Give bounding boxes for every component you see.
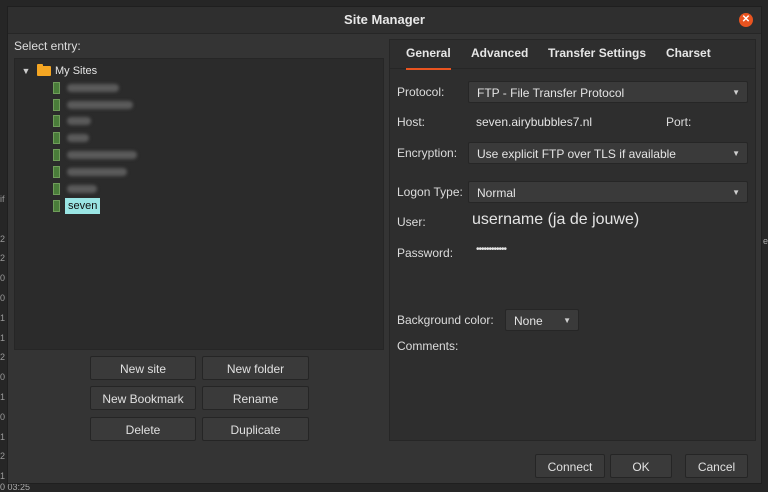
- redacted-site-name: [67, 151, 137, 159]
- redacted-site-name: [67, 117, 91, 125]
- user-field[interactable]: username (ja de jouwe): [472, 211, 639, 229]
- new-site-button[interactable]: New site: [90, 356, 196, 380]
- port-field[interactable]: [698, 112, 750, 130]
- close-icon: ✕: [741, 14, 751, 25]
- chevron-down-icon: ▼: [732, 188, 740, 197]
- server-icon: [53, 183, 60, 195]
- logon-type-value: Normal: [477, 186, 516, 200]
- logon-type-select[interactable]: Normal ▼: [468, 181, 748, 203]
- background-color-label: Background color:: [397, 313, 494, 327]
- site-settings-panel: General Advanced Transfer Settings Chars…: [389, 39, 756, 441]
- settings-tabs: General Advanced Transfer Settings Chars…: [390, 40, 755, 70]
- new-folder-button[interactable]: New folder: [202, 356, 309, 380]
- redacted-site-name: [67, 168, 127, 176]
- tree-site-item[interactable]: [15, 97, 375, 113]
- password-label: Password:: [397, 246, 454, 260]
- connect-button[interactable]: Connect: [535, 454, 605, 478]
- server-icon: [53, 200, 60, 212]
- tab-transfer-settings[interactable]: Transfer Settings: [548, 40, 646, 68]
- server-icon: [53, 132, 60, 144]
- encryption-value: Use explicit FTP over TLS if available: [477, 147, 676, 161]
- close-button[interactable]: ✕: [739, 13, 753, 27]
- server-icon: [53, 149, 60, 161]
- tab-advanced[interactable]: Advanced: [471, 40, 528, 68]
- selected-site-label: seven: [65, 198, 101, 214]
- encryption-label: Encryption:: [397, 146, 458, 160]
- server-icon: [53, 82, 60, 94]
- encryption-select[interactable]: Use explicit FTP over TLS if available ▼: [468, 142, 748, 164]
- title-bar: Site Manager ✕: [8, 7, 761, 34]
- chevron-down-icon: ▼: [732, 149, 740, 158]
- tree-site-item[interactable]: [15, 130, 375, 146]
- chevron-down-icon: ▼: [732, 88, 740, 97]
- rename-button[interactable]: Rename: [202, 386, 309, 410]
- select-entry-label: Select entry:: [14, 39, 81, 53]
- logon-type-label: Logon Type:: [397, 185, 463, 199]
- cancel-button[interactable]: Cancel: [685, 454, 748, 478]
- ok-button[interactable]: OK: [610, 454, 672, 478]
- expand-caret-icon[interactable]: ▼: [21, 63, 31, 79]
- host-label: Host:: [397, 115, 426, 129]
- server-icon: [53, 99, 60, 111]
- tree-site-item[interactable]: [15, 113, 375, 129]
- protocol-value: FTP - File Transfer Protocol: [477, 86, 625, 100]
- server-icon: [53, 166, 60, 178]
- tree-site-item[interactable]: [15, 147, 375, 163]
- redacted-site-name: [67, 134, 89, 142]
- redacted-site-name: [67, 185, 97, 193]
- tree-site-item[interactable]: [15, 80, 375, 96]
- redacted-site-name: [67, 84, 119, 92]
- background-right-text: e: [762, 236, 768, 246]
- protocol-select[interactable]: FTP - File Transfer Protocol ▼: [468, 81, 748, 103]
- password-field[interactable]: ••••••••••••: [476, 244, 507, 255]
- redacted-site-name: [67, 101, 133, 109]
- tab-charset[interactable]: Charset: [666, 40, 711, 68]
- protocol-label: Protocol:: [397, 85, 445, 99]
- window-title: Site Manager: [344, 12, 425, 27]
- tree-root-my-sites[interactable]: ▼ My Sites: [15, 63, 375, 79]
- comments-label: Comments:: [397, 339, 459, 353]
- port-label: Port:: [666, 115, 692, 129]
- tree-site-item[interactable]: [15, 181, 375, 197]
- background-color-value: None: [514, 314, 543, 328]
- host-field[interactable]: seven.airybubbles7.nl: [476, 115, 592, 129]
- new-bookmark-button[interactable]: New Bookmark: [90, 386, 196, 410]
- server-icon: [53, 115, 60, 127]
- user-label: User:: [397, 215, 426, 229]
- tab-general[interactable]: General: [406, 40, 451, 70]
- tree-site-item[interactable]: [15, 164, 375, 180]
- comments-textarea[interactable]: [397, 356, 747, 434]
- delete-button[interactable]: Delete: [90, 417, 196, 441]
- background-color-select[interactable]: None ▼: [505, 309, 579, 331]
- tree-site-item-selected[interactable]: seven: [15, 198, 375, 214]
- site-tree[interactable]: ▼ My Sites seven: [14, 58, 384, 350]
- chevron-down-icon: ▼: [563, 316, 571, 325]
- dialog-footer: Connect OK Cancel: [8, 447, 761, 485]
- duplicate-button[interactable]: Duplicate: [202, 417, 309, 441]
- folder-icon: [37, 64, 51, 76]
- site-manager-dialog: Site Manager ✕ Select entry: ▼ My Sites: [7, 6, 762, 484]
- tree-root-label: My Sites: [55, 65, 98, 77]
